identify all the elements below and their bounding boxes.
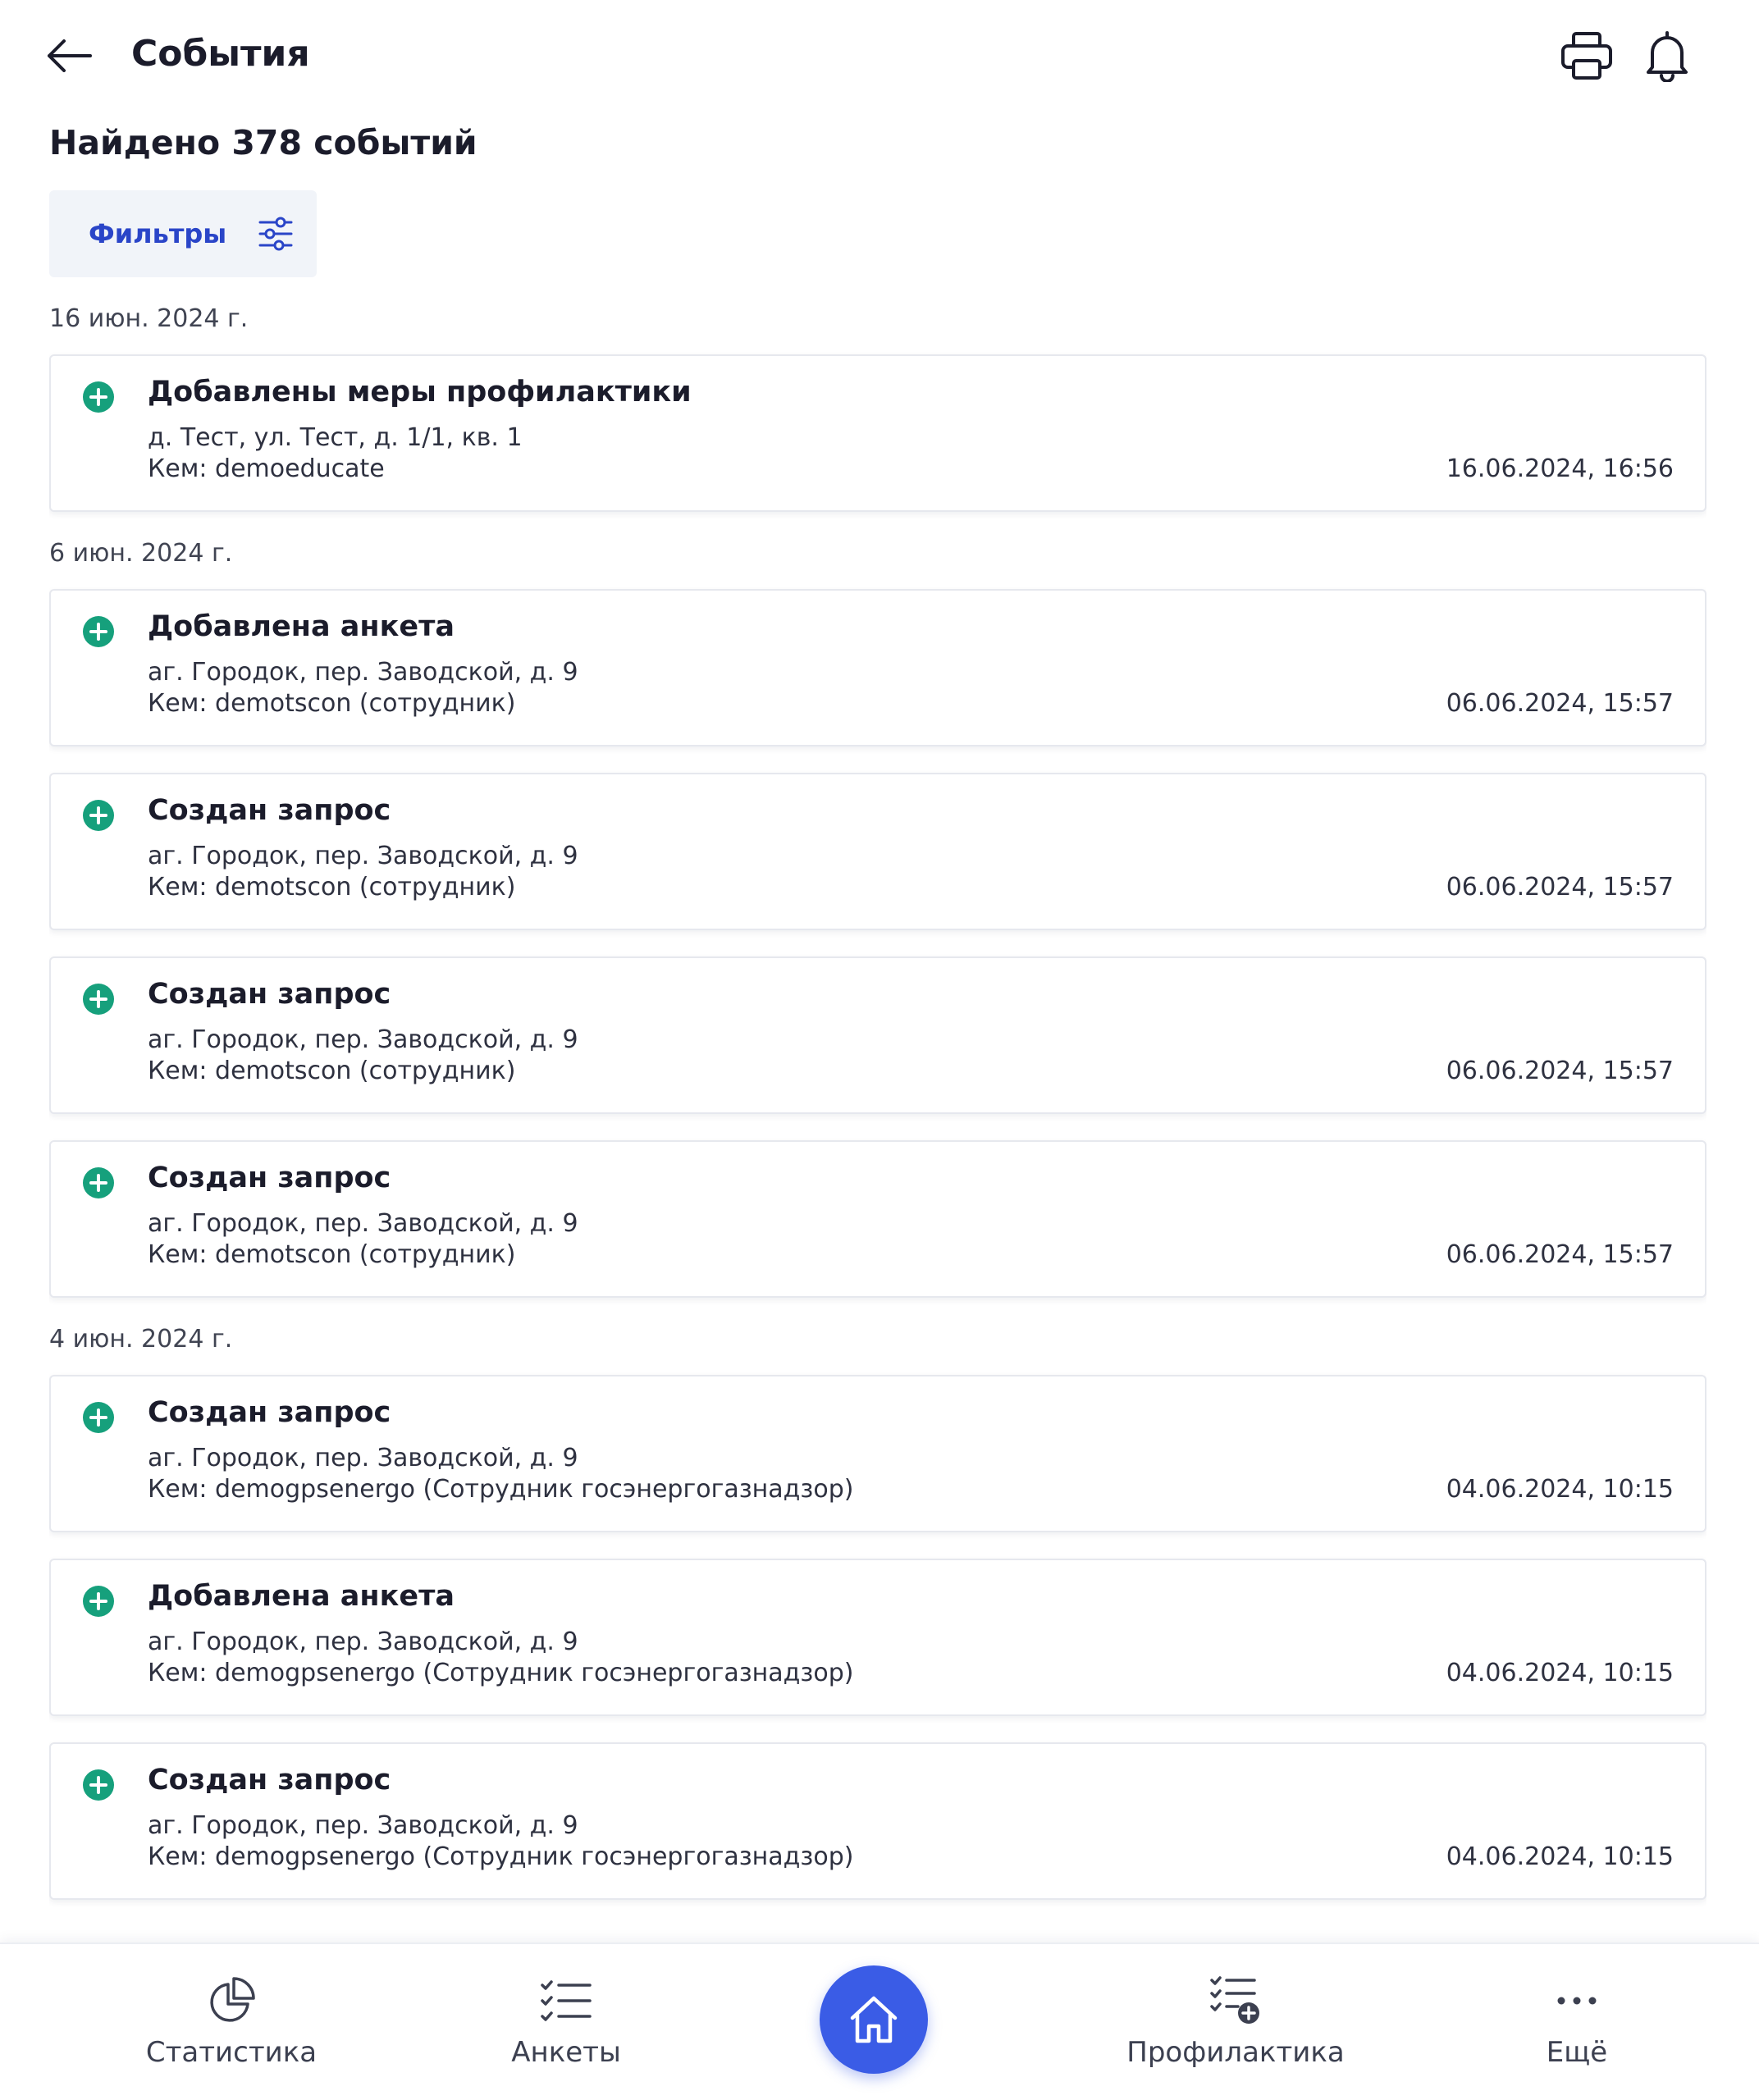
plus-circle-icon (82, 615, 115, 648)
event-card[interactable]: Создан запрос аг. Городок, пер. Заводской… (49, 956, 1706, 1114)
nav-more-label: Ещё (1546, 2036, 1608, 2069)
event-date-group: 6 июн. 2024 г. Добавлена анкета аг. Городо… (49, 538, 1706, 1298)
event-timestamp: 06.06.2024, 15:57 (1446, 1057, 1674, 1085)
page-title: События (131, 33, 310, 75)
plus-circle-icon (82, 983, 115, 1016)
event-author: Кем: demogpsenergo (Сотрудник госэнергог… (148, 1475, 854, 1504)
notifications-button[interactable] (1638, 26, 1697, 85)
print-button[interactable] (1557, 26, 1616, 85)
sliders-icon (258, 216, 294, 252)
event-author: Кем: demotscon (сотрудник) (148, 873, 516, 902)
event-address: аг. Городок, пер. Заводской, д. 9 (148, 1209, 578, 1238)
nav-prevention[interactable]: Профилактика (1113, 1972, 1359, 2069)
event-timestamp: 16.06.2024, 16:56 (1446, 454, 1674, 483)
event-address: аг. Городок, пер. Заводской, д. 9 (148, 1444, 578, 1472)
event-card[interactable]: Создан запрос аг. Городок, пер. Заводской… (49, 1375, 1706, 1532)
event-date-group: 16 июн. 2024 г. Добавлены меры профилакти… (49, 304, 1706, 512)
event-title: Создан запрос (148, 978, 391, 1011)
checklist-add-icon (1210, 1976, 1259, 2024)
bottom-nav: Статистика Анкеты Профилактика Ещё (0, 1942, 1759, 2100)
filters-label: Фильтры (89, 218, 227, 249)
event-address: д. Тест, ул. Тест, д. 1/1, кв. 1 (148, 423, 523, 452)
event-title: Добавлена анкета (148, 610, 455, 643)
event-title: Добавлена анкета (148, 1580, 455, 1613)
date-heading: 6 июн. 2024 г. (49, 539, 233, 568)
plus-circle-icon (82, 1585, 115, 1618)
event-author: Кем: demogpsenergo (Сотрудник госэнергог… (148, 1842, 854, 1871)
event-title: Добавлены меры профилактики (148, 376, 692, 409)
event-title: Создан запрос (148, 1162, 391, 1194)
results-count: Найдено 378 событий (49, 123, 477, 162)
pie-chart-icon (210, 1977, 255, 2022)
arrow-left-icon (48, 39, 92, 72)
event-date-group: 4 июн. 2024 г. Создан запрос аг. Городок, … (49, 1324, 1706, 1900)
nav-statistics-label: Статистика (145, 2036, 318, 2069)
date-heading: 16 июн. 2024 г. (49, 304, 249, 333)
event-timestamp: 04.06.2024, 10:15 (1446, 1475, 1674, 1504)
event-timestamp: 06.06.2024, 15:57 (1446, 873, 1674, 902)
more-dots-icon (1557, 1997, 1597, 2005)
plus-circle-icon (82, 381, 115, 413)
nav-questionnaires-label: Анкеты (511, 2036, 621, 2069)
plus-circle-icon (82, 1769, 115, 1801)
event-timestamp: 04.06.2024, 10:15 (1446, 1659, 1674, 1687)
app-header: События (0, 0, 1759, 115)
nav-statistics[interactable]: Статистика (108, 1972, 354, 2069)
event-card[interactable]: Добавлена анкета аг. Городок, пер. Заводс… (49, 1559, 1706, 1716)
event-address: аг. Городок, пер. Заводской, д. 9 (148, 1025, 578, 1054)
events-page: События Найдено 378 событий Фильтры 16 и… (0, 0, 1759, 2100)
back-button[interactable] (43, 30, 95, 82)
event-author: Кем: demotscon (сотрудник) (148, 1057, 516, 1085)
plus-circle-icon (82, 799, 115, 832)
event-card[interactable]: Создан запрос аг. Городок, пер. Заводской… (49, 1742, 1706, 1900)
event-card[interactable]: Создан запрос аг. Городок, пер. Заводской… (49, 773, 1706, 930)
event-author: Кем: demoeducate (148, 454, 385, 483)
nav-home-button[interactable] (820, 1965, 928, 2074)
events-feed[interactable]: 16 июн. 2024 г. Добавлены меры профилакти… (49, 304, 1706, 1944)
filters-button[interactable]: Фильтры (49, 190, 317, 277)
event-title: Создан запрос (148, 794, 391, 827)
home-icon (850, 1996, 898, 2043)
event-author: Кем: demogpsenergo (Сотрудник госэнергог… (148, 1659, 854, 1687)
plus-circle-icon (82, 1166, 115, 1199)
nav-prevention-label: Профилактика (1126, 2036, 1345, 2069)
checklist-icon (541, 1980, 592, 2021)
bell-icon (1647, 31, 1688, 82)
event-address: аг. Городок, пер. Заводской, д. 9 (148, 1811, 578, 1840)
event-card[interactable]: Создан запрос аг. Городок, пер. Заводской… (49, 1140, 1706, 1298)
event-title: Создан запрос (148, 1764, 391, 1796)
nav-more[interactable]: Ещё (1454, 1972, 1700, 2069)
date-heading: 4 июн. 2024 г. (49, 1325, 233, 1354)
event-timestamp: 04.06.2024, 10:15 (1446, 1842, 1674, 1871)
event-card[interactable]: Добавлены меры профилактики д. Тест, ул. … (49, 354, 1706, 512)
plus-circle-icon (82, 1401, 115, 1434)
event-address: аг. Городок, пер. Заводской, д. 9 (148, 658, 578, 687)
event-author: Кем: demotscon (сотрудник) (148, 1240, 516, 1269)
event-address: аг. Городок, пер. Заводской, д. 9 (148, 1628, 578, 1656)
event-timestamp: 06.06.2024, 15:57 (1446, 1240, 1674, 1269)
printer-icon (1561, 32, 1612, 80)
event-author: Кем: demotscon (сотрудник) (148, 689, 516, 718)
nav-questionnaires[interactable]: Анкеты (443, 1972, 689, 2069)
event-address: аг. Городок, пер. Заводской, д. 9 (148, 842, 578, 870)
event-card[interactable]: Добавлена анкета аг. Городок, пер. Заводс… (49, 589, 1706, 746)
event-timestamp: 06.06.2024, 15:57 (1446, 689, 1674, 718)
event-title: Создан запрос (148, 1396, 391, 1429)
